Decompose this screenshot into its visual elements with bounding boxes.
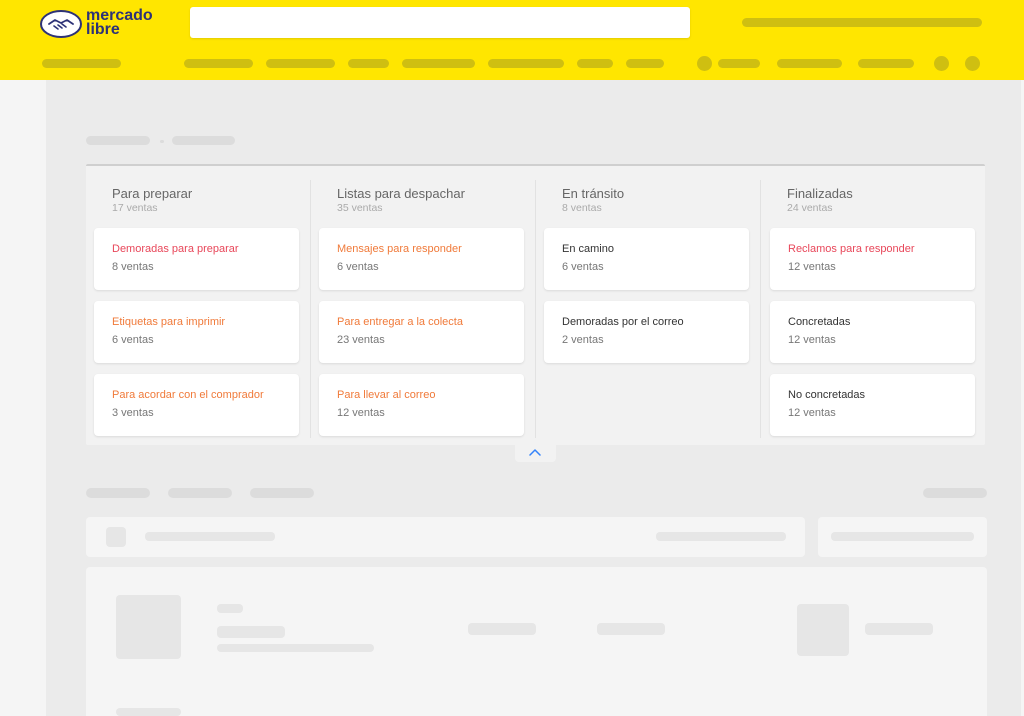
nav-placeholder <box>488 59 564 68</box>
card-title: Para entregar a la colecta <box>337 316 463 328</box>
thumbnail-placeholder <box>116 595 181 659</box>
status-card[interactable]: Para entregar a la colecta 23 ventas <box>319 301 524 363</box>
status-card[interactable]: Para acordar con el comprador 3 ventas <box>94 374 299 436</box>
card-title: Concretadas <box>788 316 851 328</box>
card-title: Reclamos para responder <box>788 243 915 255</box>
nav-placeholder <box>777 59 842 68</box>
nav-dot-placeholder <box>697 56 712 71</box>
left-gutter <box>0 80 46 716</box>
column-finalizadas: Finalizadas 24 ventas Reclamos para resp… <box>761 166 986 447</box>
status-card[interactable]: Mensajes para responder 6 ventas <box>319 228 524 290</box>
nav-placeholder <box>858 59 914 68</box>
text-placeholder <box>597 623 665 635</box>
status-card[interactable]: Reclamos para responder 12 ventas <box>770 228 975 290</box>
search-input[interactable] <box>190 7 690 38</box>
status-card[interactable]: Etiquetas para imprimir 6 ventas <box>94 301 299 363</box>
nav-placeholder <box>718 59 760 68</box>
column-count: 8 ventas <box>562 202 602 214</box>
breadcrumb-separator <box>160 140 164 143</box>
nav-dot-placeholder <box>934 56 949 71</box>
status-card[interactable]: Demoradas para preparar 8 ventas <box>94 228 299 290</box>
nav-placeholder <box>266 59 335 68</box>
card-title: Etiquetas para imprimir <box>112 316 226 328</box>
column-count: 17 ventas <box>112 202 158 214</box>
column-title: En tránsito <box>562 186 625 201</box>
card-count: 8 ventas <box>112 261 154 273</box>
card-count: 12 ventas <box>788 261 836 273</box>
breadcrumb-placeholder <box>172 136 235 145</box>
nav-placeholder <box>577 59 613 68</box>
card-count: 12 ventas <box>337 407 385 419</box>
card-title: No concretadas <box>788 389 866 401</box>
column-title: Listas para despachar <box>337 186 465 201</box>
filter-placeholder <box>250 488 314 498</box>
brand-logo[interactable]: mercado libre <box>40 7 160 41</box>
card-title: Para acordar con el comprador <box>112 389 264 401</box>
card-title: En camino <box>562 243 614 255</box>
brand-line-2: libre <box>86 21 120 38</box>
nav-placeholder <box>42 59 121 68</box>
checkbox-placeholder <box>106 527 126 547</box>
text-placeholder <box>217 604 243 613</box>
card-count: 3 ventas <box>112 407 154 419</box>
nav-placeholder <box>184 59 253 68</box>
card-count: 12 ventas <box>788 334 836 346</box>
thumbnail-placeholder <box>797 604 849 656</box>
nav-placeholder <box>348 59 389 68</box>
header-right-placeholder <box>742 18 982 27</box>
column-en-transito: En tránsito 8 ventas En camino 6 ventas … <box>536 166 761 447</box>
filter-placeholder <box>168 488 232 498</box>
brand-wordmark: mercado libre <box>86 8 153 38</box>
card-title: Demoradas por el correo <box>562 316 684 328</box>
column-title: Para preparar <box>112 186 193 201</box>
status-card[interactable]: En camino 6 ventas <box>544 228 749 290</box>
text-placeholder <box>217 644 374 652</box>
list-toolbar-placeholder <box>86 517 805 557</box>
text-placeholder <box>865 623 933 635</box>
card-count: 12 ventas <box>788 407 836 419</box>
nav-placeholder <box>402 59 475 68</box>
collapse-panel-button[interactable] <box>515 444 556 462</box>
column-count: 35 ventas <box>337 202 383 214</box>
nav-dot-placeholder <box>965 56 980 71</box>
card-title: Demoradas para preparar <box>112 243 239 255</box>
status-card[interactable]: Para llevar al correo 12 ventas <box>319 374 524 436</box>
column-count: 24 ventas <box>787 202 833 214</box>
sale-row-placeholder <box>86 567 987 716</box>
filter-placeholder <box>923 488 987 498</box>
status-card[interactable]: Concretadas 12 ventas <box>770 301 975 363</box>
text-placeholder <box>468 623 536 635</box>
column-title: Finalizadas <box>787 186 853 201</box>
status-card[interactable]: Demoradas por el correo 2 ventas <box>544 301 749 363</box>
card-title: Mensajes para responder <box>337 243 462 255</box>
sales-status-panel: Para preparar 17 ventas Demoradas para p… <box>86 164 985 445</box>
filter-placeholder <box>86 488 150 498</box>
text-placeholder <box>116 708 181 716</box>
text-placeholder <box>656 532 786 541</box>
column-listas-para-despachar: Listas para despachar 35 ventas Mensajes… <box>311 166 536 447</box>
card-count: 6 ventas <box>112 334 154 346</box>
nav-placeholder <box>626 59 664 68</box>
sort-placeholder <box>818 517 987 557</box>
card-title: Para llevar al correo <box>337 389 436 401</box>
chevron-up-icon <box>529 449 541 456</box>
status-card[interactable]: No concretadas 12 ventas <box>770 374 975 436</box>
text-placeholder <box>831 532 974 541</box>
card-count: 6 ventas <box>337 261 379 273</box>
card-count: 6 ventas <box>562 261 604 273</box>
card-count: 2 ventas <box>562 334 604 346</box>
card-count: 23 ventas <box>337 334 385 346</box>
text-placeholder <box>145 532 275 541</box>
site-header: mercado libre <box>0 0 1024 80</box>
column-para-preparar: Para preparar 17 ventas Demoradas para p… <box>86 166 311 447</box>
handshake-icon <box>40 10 82 38</box>
text-placeholder <box>217 626 285 638</box>
breadcrumb-placeholder <box>86 136 150 145</box>
